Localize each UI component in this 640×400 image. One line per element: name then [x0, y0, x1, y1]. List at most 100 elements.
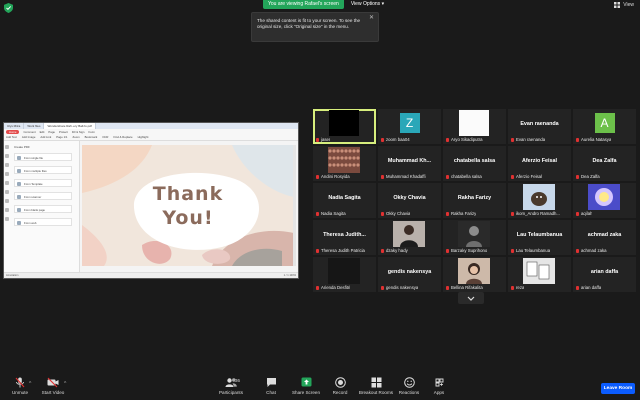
ribbon-tool[interactable]: Add Text	[6, 135, 17, 139]
participant-tile[interactable]: jaser	[313, 109, 376, 144]
vertical-scrollbar[interactable]	[293, 145, 296, 266]
participant-tile[interactable]: arian daffa arian daffa	[573, 257, 636, 292]
participant-tile[interactable]: Barzaky Suprihono	[443, 220, 506, 255]
participant-video	[458, 221, 490, 247]
audio-options-caret[interactable]: ^	[29, 381, 31, 387]
muted-mic-icon	[316, 285, 319, 290]
pdf-status-bar: Annotation 1 / 1 100%	[4, 272, 298, 278]
view-label: View	[623, 2, 634, 8]
ribbon-tool[interactable]: Highlight	[138, 135, 149, 139]
participant-tile[interactable]: Theresa Judith... Theresa Judith Patricia	[313, 220, 376, 255]
participant-tile[interactable]: Muhammad Kh... Muhammad Khadaffi	[378, 146, 441, 181]
ribbon-tab[interactable]: Edit	[40, 130, 45, 134]
muted-mic-icon	[316, 137, 319, 142]
unmute-label: Unmute	[11, 390, 29, 395]
participants-count: 36	[235, 378, 241, 383]
apps-button[interactable]: Apps	[419, 377, 459, 395]
participant-label: dzaky hady	[381, 248, 408, 253]
participant-tile[interactable]: Zzoom baa04	[378, 109, 441, 144]
chat-label: Chat	[266, 390, 276, 395]
participant-label: Andini Rosyida	[316, 174, 350, 179]
panel-title: Create PDF	[14, 145, 30, 149]
participant-label-text: arian daffa	[581, 285, 602, 290]
shield-icon[interactable]	[4, 3, 13, 13]
participant-label: Evan raenanda	[511, 137, 545, 142]
participant-label-text: Muhammad Khadaffi	[386, 174, 426, 179]
participant-label-text: Andini Rosyida	[321, 174, 350, 179]
participant-tile[interactable]: reza	[508, 257, 571, 292]
muted-mic-icon	[381, 137, 384, 142]
ribbon-tool[interactable]: Find & Replace	[113, 135, 132, 139]
muted-mic-icon	[381, 211, 384, 216]
ribbon-tab[interactable]: Fill & Sign	[72, 130, 85, 134]
participant-tile[interactable]: Rakha Farizy Rakha Farizy	[443, 183, 506, 218]
muted-mic-icon	[511, 211, 514, 216]
participant-label-text: jaser	[321, 137, 331, 142]
ribbon-tool[interactable]: Zoom	[72, 135, 79, 139]
participant-tile[interactable]: Lau Telaumbanua Lau Telaumbanua	[508, 220, 571, 255]
participant-tile[interactable]: Arienda Desfitri	[313, 257, 376, 292]
participant-tile[interactable]: Evan raenanda Evan raenanda	[508, 109, 571, 144]
participant-video	[458, 258, 490, 284]
panel-item[interactable]: From scanner	[14, 192, 72, 200]
participant-tile[interactable]: Dea Zalfa Dea Zalfa	[573, 146, 636, 181]
participant-name: Evan raenanda	[520, 121, 559, 127]
muted-mic-icon	[381, 285, 384, 290]
ribbon-tool[interactable]: Page 1/1	[56, 135, 67, 139]
start-video-button[interactable]: Start Video	[33, 377, 73, 395]
participant-tile[interactable]: Andini Rosyida	[313, 146, 376, 181]
ribbon-tool[interactable]: Bookmark	[85, 135, 98, 139]
participant-video	[523, 184, 555, 210]
panel-item[interactable]: From Template	[14, 179, 72, 187]
muted-mic-icon	[446, 248, 449, 253]
panel-item[interactable]: From web	[14, 218, 72, 226]
panel-item[interactable]: From single file	[14, 153, 72, 161]
participant-tile[interactable]: Aferzio Feisal Aferzio Feisal	[508, 146, 571, 181]
participant-tile[interactable]: Aryo Sikadiputra	[443, 109, 506, 144]
participant-label: aqilah	[576, 211, 592, 216]
view-button[interactable]: View	[614, 2, 634, 8]
participant-label: arian daffa	[576, 285, 601, 290]
more-participants-button[interactable]	[458, 292, 484, 304]
ribbon-tab[interactable]: Page	[48, 130, 55, 134]
participant-tile[interactable]: Okky Chavia Okky Chavia	[378, 183, 441, 218]
participant-video	[393, 221, 425, 247]
ribbon-tool[interactable]: Add Link	[40, 135, 51, 139]
participant-tile[interactable]: gendis nakensya gendis nakensya	[378, 257, 441, 292]
participant-label-text: Evan raenanda	[516, 137, 546, 142]
ribbon-tab-home[interactable]: Home	[6, 130, 20, 134]
shared-screen[interactable]: Ulys Mitra Work files Wondershare Rafi..…	[3, 122, 299, 279]
ribbon-tab[interactable]: Protect	[59, 130, 68, 134]
ribbon-tab[interactable]: Form	[88, 130, 95, 134]
participant-tile[interactable]: aqilah	[573, 183, 636, 218]
participant-tile[interactable]: dzaky hady	[378, 220, 441, 255]
participant-label: jaser	[316, 137, 330, 142]
participant-label-text: ikom_Andro Ramadh...	[516, 211, 560, 216]
ribbon-tab[interactable]: Comment	[23, 130, 35, 134]
chat-button[interactable]: Chat	[251, 377, 291, 395]
participant-tile[interactable]: A Aurelia Natasya	[573, 109, 636, 144]
muted-mic-icon	[316, 248, 319, 253]
participant-tile[interactable]: achmad zaka achmad zaka	[573, 220, 636, 255]
microphone-muted-icon	[15, 377, 25, 388]
fit-screen-tooltip: The shared content is fit to your screen…	[251, 12, 379, 42]
participants-button[interactable]: 36 Participants	[211, 377, 251, 395]
participant-tile[interactable]: Bellina Rifakalita	[443, 257, 506, 292]
ribbon-tool[interactable]: Add Image	[22, 135, 36, 139]
video-options-caret[interactable]: ^	[64, 381, 66, 387]
slide-canvas: Thank You!	[82, 145, 294, 266]
participant-tile[interactable]: ikom_Andro Ramadh...	[508, 183, 571, 218]
ribbon-tool[interactable]: OCR	[102, 135, 108, 139]
participant-label: reza	[511, 285, 524, 290]
participant-tile[interactable]: Nadia Sagita Nadia Sagita	[313, 183, 376, 218]
participant-tile[interactable]: chatabella salsa chatabella salsa	[443, 146, 506, 181]
participant-video	[459, 110, 489, 136]
leave-room-button[interactable]: Leave Room	[601, 383, 635, 394]
panel-item[interactable]: From blank page	[14, 205, 72, 213]
panel-item[interactable]: From multiple files	[14, 166, 72, 174]
status-left: Annotation	[6, 274, 19, 277]
close-icon[interactable]: ✕	[369, 15, 374, 21]
view-options-button[interactable]: View Options ▾	[348, 0, 387, 9]
apps-icon	[435, 378, 443, 387]
participant-name: chatabella salsa	[453, 158, 496, 164]
